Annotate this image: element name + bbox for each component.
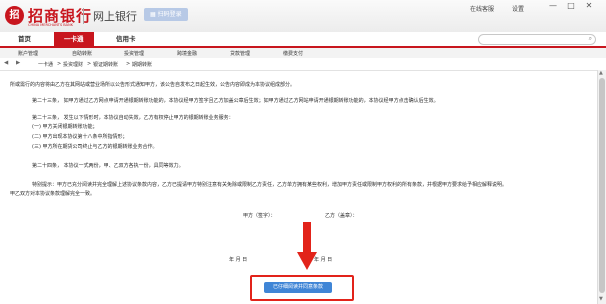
settings-link[interactable]: 设置 xyxy=(512,4,524,13)
agreement-article-23: 第二十三条， 如甲方通过乙方网点申请开通银期转账功能的，本协议经甲方签字且乙方加… xyxy=(32,98,439,104)
crumb-debit-card[interactable]: 一卡通 xyxy=(38,61,53,68)
title-bar: 招 招商银行 CHINA MERCHANTS BANK 网上银行 ▦ 扫码登录 … xyxy=(0,0,606,33)
scroll-thumb[interactable] xyxy=(599,78,605,293)
subnav-crossborder[interactable]: 跨境金融 xyxy=(177,50,197,57)
bank-name-en: CHINA MERCHANTS BANK xyxy=(28,23,73,27)
party-a-date: 年 月 日 xyxy=(229,257,248,263)
nav-debit-card[interactable]: 一卡通 xyxy=(54,32,94,46)
scroll-up-icon[interactable]: ▲ xyxy=(599,70,603,76)
scan-login-button[interactable]: ▦ 扫码登录 xyxy=(144,8,188,21)
crumb-securities[interactable]: 银证期转账 xyxy=(93,61,118,68)
scrollbar[interactable]: ▲ ▼ xyxy=(597,70,606,304)
agreement-special-notice-cont: 甲乙双方对本协议条款理解完全一致。 xyxy=(10,191,96,197)
crumb-sep: > xyxy=(126,61,131,67)
crumb-sep: > xyxy=(87,61,92,67)
minimize-button[interactable]: — xyxy=(546,1,560,10)
agreement-article-23b: 第二十三条， 发生以下情形时，本协议自动失效，乙方有权停止甲方的银期转账业务服务… xyxy=(32,115,234,121)
title-divider xyxy=(83,8,84,24)
crumb-invest[interactable]: 投资理财 xyxy=(63,61,83,68)
crumb-current: 期期转账 xyxy=(132,62,153,68)
forward-arrow-icon[interactable]: ▶ xyxy=(16,60,20,66)
nav-home[interactable]: 首页 xyxy=(18,32,31,46)
subnav-investment[interactable]: 投资管理 xyxy=(124,50,144,57)
close-button[interactable]: ✕ xyxy=(582,1,596,10)
online-service-link[interactable]: 在线客服 xyxy=(470,4,494,13)
bank-logo: 招 xyxy=(5,6,24,25)
service-title: 网上银行 xyxy=(93,10,137,23)
agreement-article-24: 第二十四条， 本协议一式两份，甲、乙双方各执一份，具同等效力。 xyxy=(32,163,184,169)
subnav-transfer[interactable]: 自助转账 xyxy=(72,50,92,57)
agreement-item-1: (一) 甲方关闭银期转账功能； xyxy=(32,124,98,130)
search-input[interactable]: ⌕ xyxy=(478,34,596,45)
qr-icon: ▦ xyxy=(150,11,158,18)
agreement-item-3: (三) 甲方所在期货公司终止与乙方的银期转账业务合作。 xyxy=(32,144,158,150)
maximize-button[interactable]: □ xyxy=(564,1,578,10)
party-a-signature-label: 甲方（签字）： xyxy=(243,213,276,219)
scan-login-label: 扫码登录 xyxy=(157,11,182,18)
party-b-seal-label: 乙方（盖章）： xyxy=(325,213,358,219)
subnav-loan[interactable]: 贷款管理 xyxy=(230,50,250,57)
nav-credit-card[interactable]: 信用卡 xyxy=(116,32,136,46)
scroll-down-icon[interactable]: ▼ xyxy=(599,296,603,302)
agreement-intro: 所或需行的内容将由乙方在其网站或营业场所以公告形式通知甲方，该公告自发布之日起生… xyxy=(10,82,296,88)
back-arrow-icon[interactable]: ◀ xyxy=(4,60,8,66)
agreement-special-notice: 特别提示：甲方已充分阅读并完全理解上述协议条款内容，乙方已提请甲方特别注意有关免… xyxy=(32,182,508,188)
crumb-sep: > xyxy=(57,61,62,67)
subnav-payment[interactable]: 缴费支付 xyxy=(283,50,303,57)
agreement-item-2: (二) 甲方出现本协议第十八条中所指情形； xyxy=(32,134,128,140)
agree-terms-button[interactable]: 已仔细阅读并同意条款 xyxy=(264,282,332,293)
down-arrow-icon xyxy=(297,222,317,270)
search-icon[interactable]: ⌕ xyxy=(589,35,592,43)
subnav-account[interactable]: 账户管理 xyxy=(18,50,38,57)
